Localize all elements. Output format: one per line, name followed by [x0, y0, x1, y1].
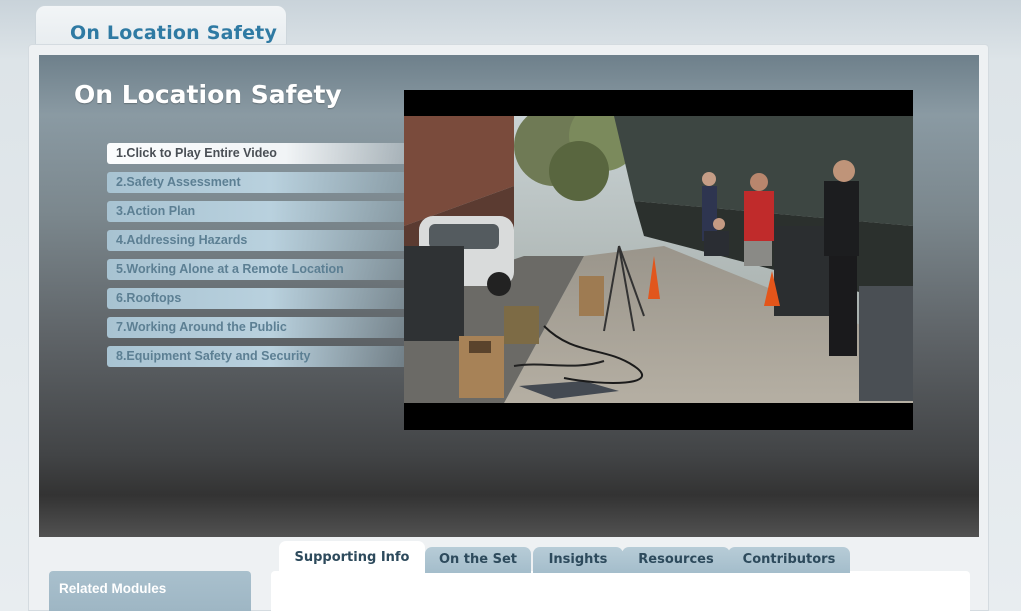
chapter-label: 3.Action Plan [116, 204, 196, 218]
chapter-label: 2.Safety Assessment [116, 175, 241, 189]
street-scene-image [404, 116, 913, 403]
chapter-label: 1.Click to Play Entire Video [116, 146, 277, 160]
chapter-item[interactable]: 7.Working Around the Public [107, 317, 405, 338]
chapter-label: 6.Rooftops [116, 291, 182, 305]
tab-supporting-info[interactable]: Supporting Info [279, 541, 425, 573]
video-stage: On Location Safety 1.Click to Play Entir… [39, 55, 979, 537]
tab-resources[interactable]: Resources [622, 547, 730, 573]
related-modules-panel[interactable]: Related Modules [49, 571, 251, 611]
chapter-label: 8.Equipment Safety and Security [116, 349, 311, 363]
app-title-tab: On Location Safety [35, 5, 287, 49]
chapter-item[interactable]: 4.Addressing Hazards [107, 230, 405, 251]
chapter-item[interactable]: 3.Action Plan [107, 201, 405, 222]
chapter-label: 4.Addressing Hazards [116, 233, 248, 247]
related-modules-label: Related Modules [59, 581, 167, 596]
app-title: On Location Safety [70, 22, 278, 44]
chapter-label: 7.Working Around the Public [116, 320, 287, 334]
chapter-label: 5.Working Alone at a Remote Location [116, 262, 344, 276]
tab-on-the-set[interactable]: On the Set [425, 547, 531, 573]
tab-content-panel [271, 571, 970, 611]
chapter-item[interactable]: 2.Safety Assessment [107, 172, 405, 193]
video-player[interactable] [404, 90, 913, 430]
video-frame[interactable] [404, 116, 913, 403]
chapter-item[interactable]: 1.Click to Play Entire Video [107, 143, 405, 164]
tab-insights[interactable]: Insights [533, 547, 623, 573]
stage-title: On Location Safety [74, 80, 342, 109]
chapter-item[interactable]: 8.Equipment Safety and Security [107, 346, 405, 367]
chapter-list: 1.Click to Play Entire Video 2.Safety As… [107, 143, 405, 375]
chapter-item[interactable]: 5.Working Alone at a Remote Location [107, 259, 405, 280]
tab-contributors[interactable]: Contributors [728, 547, 850, 573]
chapter-item[interactable]: 6.Rooftops [107, 288, 405, 309]
